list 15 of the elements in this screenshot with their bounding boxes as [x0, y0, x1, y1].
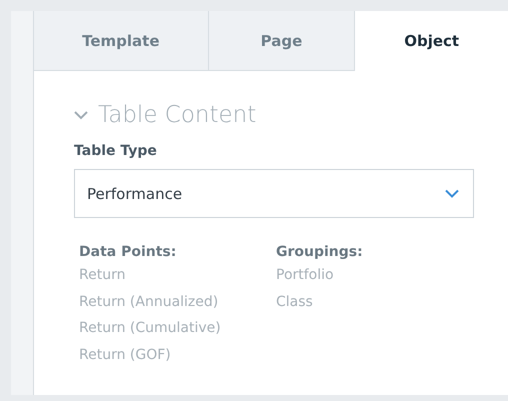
tab[interactable]: Template [34, 11, 209, 71]
tab[interactable]: Page [208, 11, 356, 71]
section-toggle[interactable]: Table Content [74, 95, 256, 135]
list-item: Class [276, 292, 313, 312]
list-heading: Groupings: [276, 243, 364, 262]
list-item: Return (Annualized) [79, 292, 218, 312]
list-item: Return (GOF) [79, 346, 171, 364]
chevron-icon [445, 189, 459, 198]
field-label: Table Type [74, 143, 158, 159]
list-heading: Data Points: [79, 243, 178, 262]
list-item: Return (Cumulative) [79, 319, 221, 338]
chevron-icon [74, 110, 88, 120]
list-item: Portfolio [276, 266, 334, 285]
dropdown[interactable]: Performance [74, 169, 474, 218]
list-item: Return [79, 266, 126, 285]
